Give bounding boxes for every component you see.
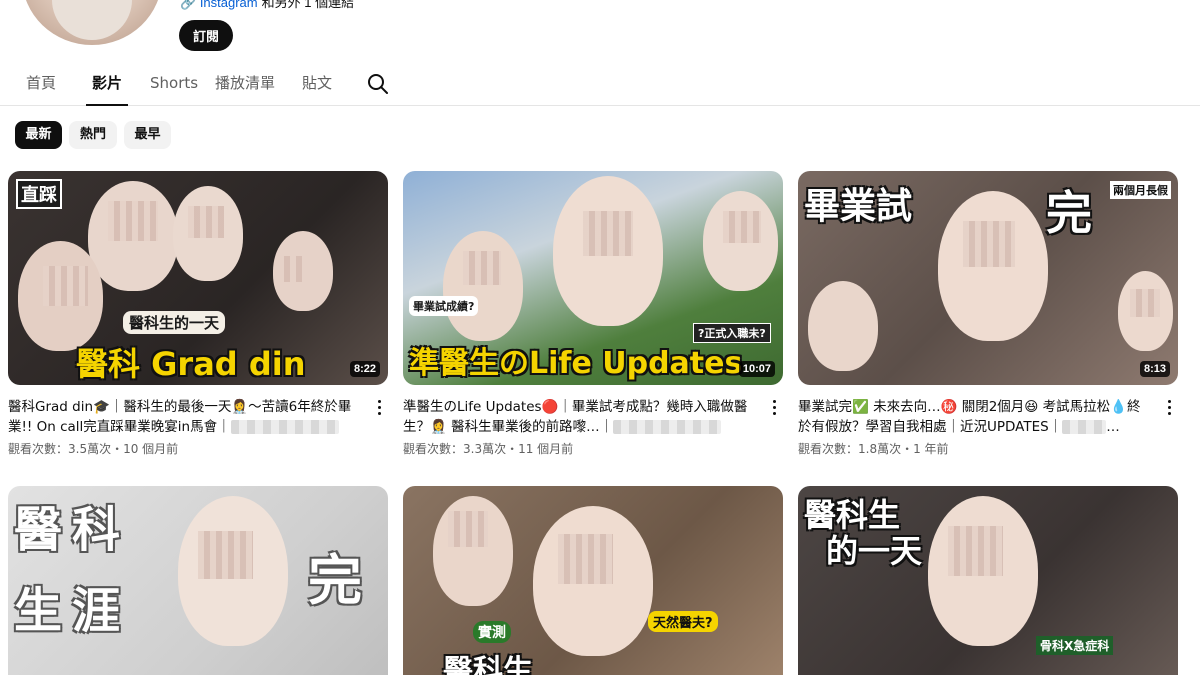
thumbnail-subtitle: 實測 (473, 621, 511, 643)
thumbnail-title: 醫科 Grad din (76, 345, 306, 383)
chip-popular[interactable]: 熱門 (69, 121, 117, 149)
thumbnail-title: 準醫生のLife Updates (409, 346, 743, 381)
video-card[interactable]: 醫科生 的一天 骨科X急症科 (798, 486, 1178, 675)
thumbnail-tag: 直踩 (16, 179, 62, 209)
more-vert-icon[interactable] (769, 399, 781, 417)
thumbnail-title: 醫科生 (443, 654, 533, 675)
video-title[interactable]: 畢業試完✅ 未來去向…㊙️ 關閉2個月😆 考試馬拉松💧終於有假放？學習自我相處｜… (798, 397, 1150, 437)
more-vert-icon[interactable] (1164, 399, 1176, 417)
video-card[interactable]: 醫科 生涯 完 (8, 486, 388, 675)
blurred-channel-name (613, 420, 722, 434)
chip-oldest[interactable]: 最早 (124, 121, 171, 149)
tab-playlists[interactable]: 播放清單 (215, 72, 275, 106)
thumbnail-title: 醫科 (14, 502, 131, 558)
video-card[interactable]: 畢業試 完 兩個月長假 8:13 畢業試完✅ 未來去向…㊙️ 關閉2個月😆 考試… (798, 171, 1178, 461)
thumbnail-tag: 天然醫夫? (648, 611, 718, 632)
video-thumbnail[interactable]: 實測 天然醫夫? 醫科生 (403, 486, 783, 675)
search-icon[interactable] (366, 72, 390, 96)
subscribe-button[interactable]: 訂閱 (179, 20, 233, 51)
tab-shorts[interactable]: Shorts (150, 72, 198, 106)
video-thumbnail[interactable]: 直踩 醫科生的一天 醫科 Grad din 8:22 (8, 171, 388, 385)
video-thumbnail[interactable]: 醫科 生涯 完 (8, 486, 388, 675)
channel-avatar[interactable] (22, 0, 162, 45)
thumbnail-tag: 骨科X急症科 (1036, 636, 1114, 655)
thumbnail-subtitle: 完 (1046, 186, 1092, 240)
more-vert-icon[interactable] (374, 399, 386, 417)
video-title[interactable]: 準醫生のLife Updates🔴｜畢業試考成點？幾時入職做醫生？👩‍⚕️ 醫科… (403, 397, 755, 437)
thumbnail-title: 畢業試 (804, 186, 913, 227)
link-text[interactable]: Instagram (200, 0, 258, 10)
link-more[interactable]: 和另外 1 個連結 (262, 0, 354, 10)
chip-latest[interactable]: 最新 (15, 121, 62, 149)
video-card[interactable]: 直踩 醫科生的一天 醫科 Grad din 8:22 醫科Grad din🎓｜醫… (8, 171, 388, 461)
channel-links[interactable]: 🔗 Instagram 和另外 1 個連結 (180, 0, 354, 11)
tab-posts[interactable]: 貼文 (302, 72, 332, 106)
video-thumbnail[interactable]: 畢業試 完 兩個月長假 8:13 (798, 171, 1178, 385)
blurred-channel-name (1062, 420, 1107, 434)
video-thumbnail[interactable]: 畢業試成績? ?正式入職未? 準醫生のLife Updates 10:07 (403, 171, 783, 385)
channel-tabs: 首頁 影片 Shorts 播放清單 貼文 (0, 64, 1200, 106)
tab-videos[interactable]: 影片 (86, 72, 128, 106)
thumbnail-tag: 完 (308, 549, 362, 612)
video-duration: 8:13 (1139, 361, 1170, 377)
video-card[interactable]: 畢業試成績? ?正式入職未? 準醫生のLife Updates 10:07 準醫… (403, 171, 783, 461)
link-icon: 🔗 (180, 0, 200, 10)
video-duration: 10:07 (738, 361, 775, 377)
video-title[interactable]: 醫科Grad din🎓｜醫科生的最後一天👩‍⚕️～苦讀6年終於畢業!! On c… (8, 397, 360, 437)
video-thumbnail[interactable]: 醫科生 的一天 骨科X急症科 (798, 486, 1178, 675)
thumbnail-tag: 兩個月長假 (1110, 181, 1171, 199)
thumbnail-subtitle: 生涯 (14, 583, 131, 639)
tab-home[interactable]: 首頁 (26, 72, 56, 106)
thumbnail-subtitle: 醫科生的一天 (123, 311, 226, 334)
video-meta: 觀看次數：3.5萬次・10 個月前 (8, 442, 179, 456)
thumbnail-subtitle: 的一天 (826, 532, 923, 570)
video-duration: 8:22 (349, 361, 380, 377)
video-card[interactable]: 實測 天然醫夫? 醫科生 (403, 486, 783, 675)
video-meta: 觀看次數：3.3萬次・11 個月前 (403, 442, 574, 456)
blurred-channel-name (230, 420, 339, 434)
video-meta: 觀看次數：1.8萬次・1 年前 (798, 442, 949, 456)
thumbnail-subtitle: 畢業試成績? (409, 296, 479, 316)
